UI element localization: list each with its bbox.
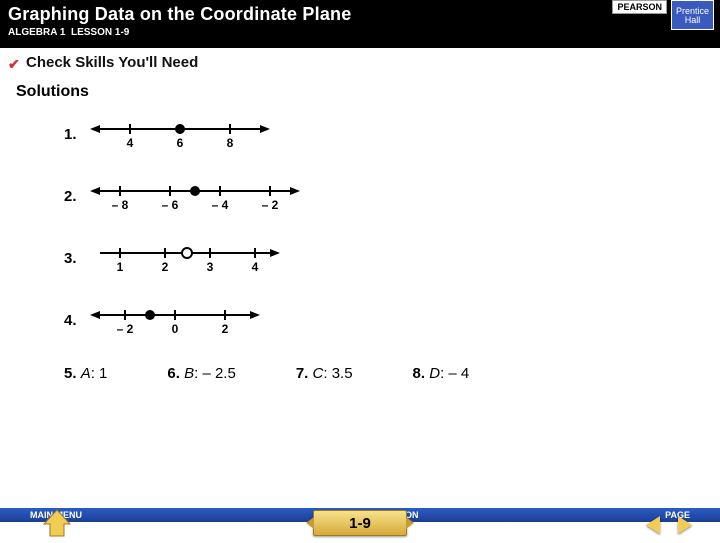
answer-val: – 4 — [448, 365, 469, 382]
answers-row: 5. A: 1 6. B: – 2.5 7. C: 3.5 8. D: – 4 — [64, 365, 690, 382]
answer-val: – 2.5 — [202, 365, 235, 382]
lesson-badge-text: 1-9 — [349, 515, 371, 532]
number-line-row: 3. 1 2 3 4 — [64, 241, 690, 275]
tick-label: 8 — [227, 136, 234, 150]
number-line-1: 4 6 8 — [90, 117, 270, 151]
solutions-heading: Solutions — [0, 77, 720, 103]
item-number: 4. — [64, 312, 90, 329]
number-line-4: – 2 0 2 — [90, 303, 260, 337]
check-icon: ✔ — [8, 56, 22, 70]
answer-val: 1 — [99, 365, 107, 382]
tick-label: 4 — [252, 260, 259, 274]
answer-var: D — [429, 365, 440, 382]
number-line-row: 2. – 8 – 6 – 4 – 2 — [64, 179, 690, 213]
answer-var: B — [184, 365, 194, 382]
tick-label: 4 — [127, 136, 134, 150]
answer-6: 6. B: – 2.5 — [167, 365, 235, 382]
answer-num: 5. — [64, 365, 77, 382]
answer-num: 7. — [296, 365, 309, 382]
next-page-button[interactable] — [678, 516, 692, 534]
pearson-badge: PEARSON — [612, 0, 667, 14]
header-bar: Graphing Data on the Coordinate Plane AL… — [0, 0, 720, 48]
tick-label: 6 — [177, 136, 184, 150]
check-label: Check Skills You'll Need — [26, 54, 198, 71]
course-code: ALGEBRA 1 — [8, 27, 65, 38]
footer-main-menu[interactable]: MAIN MENU — [0, 510, 200, 520]
number-line-2: – 8 – 6 – 4 – 2 — [90, 179, 300, 213]
prentice-badge: Prentice Hall — [671, 0, 714, 30]
number-line-3: 1 2 3 4 — [90, 241, 280, 275]
tick-label: 2 — [162, 260, 169, 274]
tick-label: 3 — [207, 260, 214, 274]
content-area: 1. 4 6 8 2. – 8 – 6 – 4 — [0, 103, 720, 382]
prentice-line2: Hall — [676, 16, 709, 25]
up-arrow-button[interactable] — [40, 508, 74, 538]
lesson-code: LESSON 1-9 — [71, 27, 129, 38]
number-line-row: 4. – 2 0 2 — [64, 303, 690, 337]
tick-label: – 2 — [117, 322, 134, 336]
item-number: 1. — [64, 126, 90, 143]
tick-label: – 6 — [162, 198, 179, 212]
item-number: 2. — [64, 188, 90, 205]
tick-label: 2 — [222, 322, 229, 336]
check-skills-row: ✔ Check Skills You'll Need — [0, 48, 720, 77]
answer-num: 8. — [413, 365, 426, 382]
tick-label: – 2 — [262, 198, 279, 212]
tick-label: – 4 — [212, 198, 229, 212]
lesson-badge[interactable]: 1-9 — [313, 510, 407, 536]
page-arrows — [646, 516, 692, 534]
publisher-logo: PEARSON Prentice Hall — [612, 0, 714, 30]
answer-5: 5. A: 1 — [64, 365, 107, 382]
course-lesson: ALGEBRA 1 LESSON 1-9 — [8, 27, 351, 38]
tick-label: 0 — [172, 322, 179, 336]
answer-var: A — [81, 365, 91, 382]
page-title: Graphing Data on the Coordinate Plane — [8, 4, 351, 25]
item-number: 3. — [64, 250, 90, 267]
footer: MAIN MENU LESSON PAGE 1-9 — [0, 500, 720, 540]
answer-7: 7. C: 3.5 — [296, 365, 353, 382]
answer-val: 3.5 — [332, 365, 353, 382]
number-line-row: 1. 4 6 8 — [64, 117, 690, 151]
answer-8: 8. D: – 4 — [413, 365, 470, 382]
answer-num: 6. — [167, 365, 180, 382]
tick-label: – 8 — [112, 198, 129, 212]
prev-page-button[interactable] — [646, 516, 660, 534]
tick-label: 1 — [117, 260, 124, 274]
answer-var: C — [313, 365, 324, 382]
